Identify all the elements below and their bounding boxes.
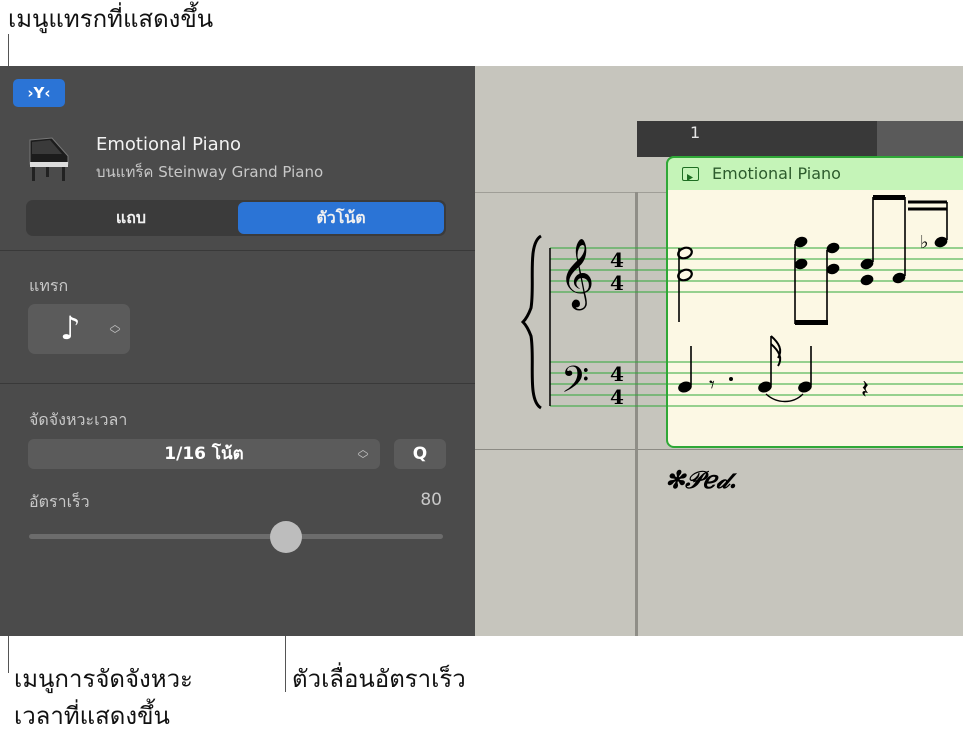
time-sig-bass-bottom: 4 bbox=[610, 385, 624, 409]
chevron-down-icon: ﹀ bbox=[109, 328, 121, 341]
tab-region[interactable]: แถบ bbox=[28, 202, 234, 234]
tab-notes[interactable]: ตัวโน้ต bbox=[238, 202, 444, 234]
track-subtitle: บนแทร็ค Steinway Grand Piano bbox=[96, 163, 324, 181]
score-editor[interactable]: 1 Emotional Piano 𝄞 𝄢 4 4 4 4 ♭ 𝄾 𝄽 ✻𝒫ℯ𝒹… bbox=[475, 66, 963, 636]
time-sig-bass-top: 4 bbox=[610, 362, 624, 386]
quantize-label: จัดจังหวะเวลา bbox=[29, 410, 128, 429]
time-sig-treble-bottom: 4 bbox=[610, 271, 624, 295]
divider bbox=[0, 383, 475, 384]
svg-text:𝄽: 𝄽 bbox=[861, 375, 869, 405]
insert-label: แทรก bbox=[29, 276, 69, 295]
grand-piano-icon bbox=[29, 137, 69, 181]
pedal-marking: ✻𝒫ℯ𝒹. bbox=[665, 465, 738, 494]
svg-text:𝄾: 𝄾 bbox=[709, 373, 715, 398]
callout-quantize-menu-line2: เวลาที่แสดงขึ้น bbox=[14, 702, 170, 730]
svg-text:♭: ♭ bbox=[920, 232, 929, 253]
eighth-note-icon: ♪ bbox=[60, 309, 81, 347]
score-inspector: ›Y‹ Emotional Piano บนแทร็ค Steinway Gra… bbox=[0, 66, 475, 636]
treble-clef-icon: 𝄞 bbox=[559, 238, 594, 310]
callout-insert-menu: เมนูแทรกที่แสดงขึ้น bbox=[8, 5, 214, 33]
insert-popup-menu[interactable]: ♪ ︿ ﹀ bbox=[28, 304, 130, 354]
quantize-value: 1/16 โน้ต bbox=[164, 444, 244, 464]
bass-clef-icon: 𝄢 bbox=[561, 359, 589, 410]
smart-controls-button[interactable]: ›Y‹ bbox=[13, 79, 65, 107]
treble-notes: ♭ bbox=[677, 195, 948, 325]
grand-staff-brace bbox=[520, 234, 542, 410]
velocity-value: 80 bbox=[420, 490, 442, 510]
logic-window: ›Y‹ Emotional Piano บนแทร็ค Steinway Gra… bbox=[0, 66, 963, 636]
grand-staff: 𝄞 𝄢 4 4 4 4 ♭ 𝄾 𝄽 ✻𝒫ℯ𝒹. bbox=[520, 195, 963, 494]
divider bbox=[0, 250, 475, 251]
region-notes-segmented-control: แถบ ตัวโน้ต bbox=[26, 200, 446, 236]
callout-velocity-slider: ตัวเลื่อนอัตราเร็ว bbox=[292, 665, 466, 693]
chevron-down-icon: ﹀ bbox=[357, 453, 369, 466]
velocity-slider-track[interactable] bbox=[29, 534, 443, 539]
quantize-button[interactable]: Q bbox=[394, 439, 446, 469]
time-sig-treble-top: 4 bbox=[610, 248, 624, 272]
quantize-popup-menu[interactable]: 1/16 โน้ต ︿ ﹀ bbox=[28, 439, 380, 469]
velocity-label: อัตราเร็ว bbox=[29, 492, 90, 511]
velocity-slider-thumb[interactable] bbox=[269, 521, 302, 553]
callout-quantize-menu-line1: เมนูการจัดจังหวะ bbox=[14, 665, 193, 693]
track-name: Emotional Piano bbox=[96, 134, 242, 155]
